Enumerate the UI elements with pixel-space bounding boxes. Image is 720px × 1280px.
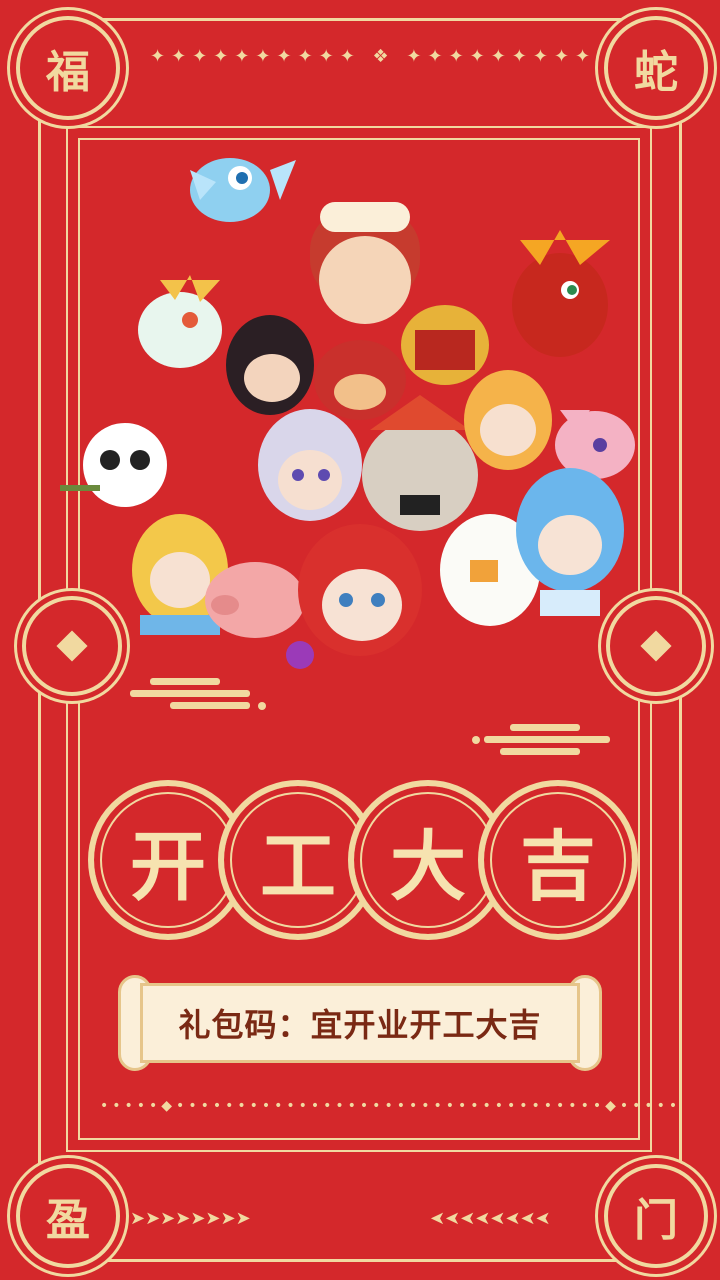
silver-hair-girl-icon [258, 409, 362, 521]
pixel-characters-illustration [60, 158, 635, 669]
dragon-icon [138, 275, 222, 368]
pig-icon [205, 562, 305, 638]
poster: ✦✦✦✦✦✦✦✦✦✦ ❖ ✦✦✦✦✦✦✦✦✦✦ •••••◆••••••••••… [0, 0, 720, 1280]
fire-dragon-icon [512, 230, 610, 357]
red-hair-girl-icon [286, 524, 422, 669]
monkey-king-icon [314, 340, 406, 420]
bottom-arrows-right: ➤➤➤➤➤➤➤➤ [430, 1208, 551, 1229]
top-ornament: ✦✦✦✦✦✦✦✦✦✦ ❖ ✦✦✦✦✦✦✦✦✦✦ [150, 46, 618, 67]
chef-girl-icon [310, 202, 420, 324]
corner-top-right: 蛇 [604, 16, 708, 120]
gift-code-text[interactable]: 礼包码：宜开业开工大吉 [178, 1000, 541, 1046]
scroll-body: 礼包码：宜开业开工大吉 [140, 983, 580, 1063]
cloud-right-icon [472, 724, 610, 755]
corner-bottom-left: 盈 [16, 1164, 120, 1268]
corner-bottom-right: 门 [604, 1164, 708, 1268]
cloud-left-icon [130, 678, 266, 710]
blonde-girl-icon [464, 370, 552, 470]
headline-char-4: 吉 [478, 780, 638, 940]
dark-ninja-icon [226, 315, 314, 415]
lion-warrior-icon [401, 305, 489, 385]
bottom-arrows-left: ➤➤➤➤➤➤➤➤ [130, 1208, 251, 1229]
gift-code-scroll: 礼包码：宜开业开工大吉 [118, 975, 602, 1075]
panda-icon [60, 423, 167, 507]
corner-top-left: 福 [16, 16, 120, 120]
bird-icon [190, 158, 296, 222]
bottom-dots: •••••◆••••••••••••••••••••••••••••••••••… [100, 1098, 682, 1114]
